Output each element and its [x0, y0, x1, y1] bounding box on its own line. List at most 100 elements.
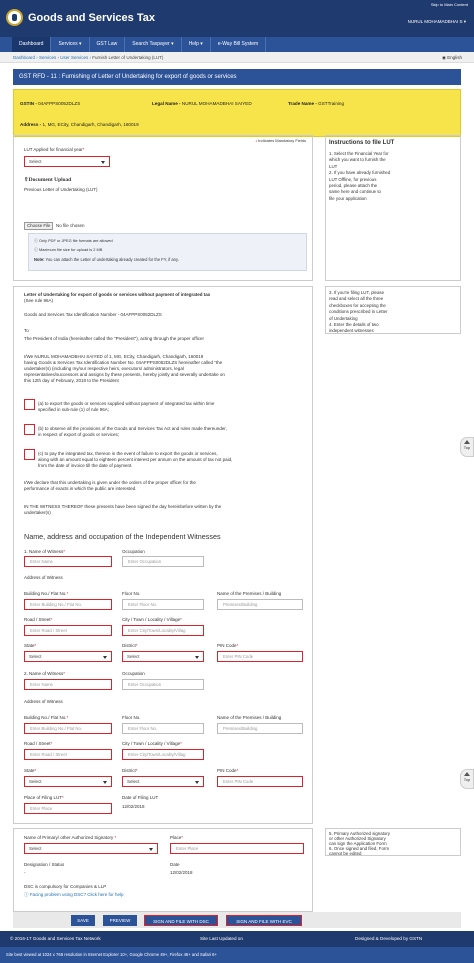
letter-para: I/We NURUL MOHAMADBHAI SAIYED of 1, MG, … [24, 354, 306, 384]
instructions-list: 1. Select the Financial Year for which y… [329, 151, 390, 202]
w2-name-input[interactable]: Enter Name [24, 679, 112, 690]
w2-building-input[interactable]: Enter Building No./ Flat No. [24, 723, 112, 734]
legal-name-value: NURUL MOHAMADBHAI SAIYED [181, 101, 252, 106]
w1-name-input[interactable]: Enter Name [24, 556, 112, 567]
preview-button[interactable]: PREVIEW [103, 915, 137, 926]
w2-city-input[interactable]: Enter City/Town/Locality/Villag [122, 749, 204, 760]
para-line: this 12th day of February, 2018 to the P… [24, 378, 119, 384]
w2-state-label: State* [24, 768, 37, 773]
w1-building-input[interactable]: Enter Building No./ Flat No. [24, 599, 112, 610]
place-label-text: Place of Filing LUT [24, 795, 63, 800]
footer: © 2016-17 Goods and Services Tax Network… [0, 931, 474, 947]
w1-premises-input[interactable]: Premises/Building [217, 599, 303, 610]
w2-premises-input[interactable]: Premises/Building [217, 723, 303, 734]
gstin-value: 04AFPPS0052DLZS [38, 101, 81, 106]
instruction-line: independent witnesses [329, 328, 374, 334]
nav-services[interactable]: Services ▾ [51, 37, 90, 52]
sign-place-label-text: Place [170, 835, 182, 840]
scroll-top-button[interactable]: Top [460, 769, 474, 789]
lut-upload-panel: • Indicates Mandatory Fields LUT Applied… [13, 135, 313, 281]
letter-president: The President of India (hereinafter call… [24, 336, 204, 341]
nav-help[interactable]: Help ▾ [182, 37, 211, 52]
crumb-dashboard[interactable]: Dashboard [13, 55, 35, 60]
signatory-label-text: Name of Primary/ other Authorized Signat… [24, 835, 114, 840]
place-label: Place of Filing LUT* [24, 795, 64, 800]
date-label: Date of Filing LUT [122, 795, 159, 800]
w1-premises-label: Name of the Premises / Building [217, 591, 282, 596]
place-input[interactable]: Enter Place [24, 803, 112, 814]
instructions-panel: Instructions to file LUT 1. Select the F… [325, 135, 461, 281]
signatory-label: Name of Primary/ other Authorized Signat… [24, 835, 117, 840]
witness-line: undertaker(s) [24, 510, 51, 516]
skip-link[interactable]: Skip to Main Content [431, 2, 468, 7]
mandatory-note: • Indicates Mandatory Fields [255, 138, 306, 143]
dsc-help-link[interactable]: ⓘ Facing problem using DSC? Click here f… [24, 892, 124, 898]
w2-name-label: 2. Name of Witness* [24, 671, 66, 676]
w1-district-label-text: District [122, 643, 136, 648]
w1-occupation-input[interactable]: Enter Occupation [122, 556, 204, 567]
arrow-up-icon [464, 772, 470, 776]
note-pdf: ⓘ Only PDF or JPEG file formats are allo… [34, 238, 113, 244]
w1-pin-input[interactable]: Enter PIN Code [217, 651, 303, 662]
w1-floor-input[interactable]: Enter Floor No. [122, 599, 204, 610]
w2-occupation-input[interactable]: Enter Occupation [122, 679, 204, 690]
nav-dashboard[interactable]: Dashboard [12, 37, 52, 52]
w2-road-label: Road / Street* [24, 741, 53, 746]
user-menu[interactable]: NURUL MOHAMADBHAI S ▾ [408, 19, 466, 25]
sign-evc-button[interactable]: SIGN AND FILE WITH EVC [226, 915, 302, 926]
trade-name-value: GSTTraining [318, 101, 345, 106]
w2-city-label-text: City / Town / Locality / Village [122, 741, 181, 746]
w1-state-select[interactable]: Select [24, 651, 112, 662]
letter-witness-line: IN THE WITNESS THEREOF these presents ha… [24, 504, 306, 516]
scroll-top-button[interactable]: Top [460, 437, 474, 457]
fy-select[interactable]: Select [24, 156, 110, 167]
language-selector[interactable]: ◉ English [442, 55, 462, 61]
note-pdf-text: Only PDF or JPEG file formats are allowe… [38, 238, 113, 243]
witnesses-heading: Name, address and occupation of the Inde… [24, 532, 221, 541]
letter-gstin: Goods and Services Tax Identification Nu… [24, 312, 162, 317]
legal-name-info: Legal Name - NURUL MOHAMADBHAI SAIYED [152, 101, 252, 106]
sign-place-input[interactable]: Enter Place [170, 843, 304, 854]
w2-state-label-text: State [24, 768, 35, 773]
instruction-line: conditions prescribed in Letter [329, 309, 388, 315]
w1-road-input[interactable]: Enter Road / Street [24, 625, 112, 636]
nav-search-taxpayer[interactable]: Search Taxpayer ▾ [125, 37, 182, 52]
footer-updated: Site Last Updated on [200, 936, 243, 941]
w2-floor-input[interactable]: Enter Floor No. [122, 723, 204, 734]
instructions-list-3: 5. Primary Authorized signatory or other… [329, 831, 390, 856]
condition-b-checkbox[interactable] [24, 424, 35, 435]
crumb-services[interactable]: Services [39, 55, 56, 60]
nav-gst-law[interactable]: GST Law [90, 37, 126, 52]
note-size-text: Maximum file size for upload is 2 MB [38, 247, 103, 252]
save-button[interactable]: SAVE [71, 915, 95, 926]
w2-road-input[interactable]: Enter Road / Street [24, 749, 112, 760]
w2-premises-label: Name of the Premises / Building [217, 715, 282, 720]
action-bar: SAVE PREVIEW SIGN AND FILE WITH DSC SIGN… [13, 912, 461, 928]
w2-road-label-text: Road / Street [24, 741, 51, 746]
designation-value: - [24, 870, 26, 875]
gst-logo-icon[interactable] [6, 9, 23, 26]
note-size: ⓘ Maximum file size for upload is 2 MB [34, 247, 102, 253]
crumb-user-services[interactable]: User Services [60, 55, 88, 60]
w2-district-select[interactable]: Select [122, 776, 204, 787]
sign-dsc-button[interactable]: SIGN AND FILE WITH DSC [144, 915, 218, 926]
w2-pin-label: PIN Code* [217, 768, 239, 773]
choose-file-button[interactable]: Choose File [24, 222, 54, 230]
note-attach: Note: You can attach the Letter of under… [34, 257, 179, 262]
condition-c-text: (c) to pay the integrated tax, thereon i… [38, 451, 306, 469]
condition-a-checkbox[interactable] [24, 399, 35, 410]
w2-state-select[interactable]: Select [24, 776, 112, 787]
gstin-label: GSTIN - [20, 101, 39, 106]
w1-district-select[interactable]: Select [122, 651, 204, 662]
w2-pin-input[interactable]: Enter PIN Code [217, 776, 303, 787]
footer-developed: Designed & Developed by GSTN [355, 936, 423, 941]
w1-building-label-text: Building No./ Flat No. [24, 591, 67, 596]
nav-eway-bill[interactable]: e-Way Bill System [211, 37, 267, 52]
instructions-panel-3: 5. Primary Authorized signatory or other… [325, 828, 461, 856]
instruction-line: which you want to furnish the [329, 157, 386, 163]
signatory-select[interactable]: Select [24, 843, 158, 854]
upload-notes: ⓘ Only PDF or JPEG file formats are allo… [28, 233, 307, 271]
condition-c-checkbox[interactable] [24, 449, 35, 460]
sign-place-label: Place* [170, 835, 184, 840]
w1-city-input[interactable]: Enter City/Town/Locality/Villag [122, 625, 204, 636]
